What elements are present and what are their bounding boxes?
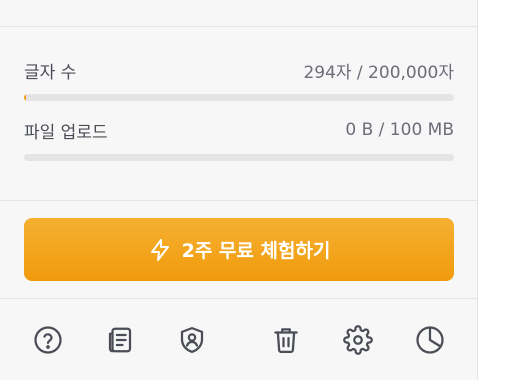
character-usage: 글자 수 294자 / 200,000자 [24,58,454,101]
character-usage-fill [24,94,27,101]
character-usage-bar [24,94,454,101]
document-button[interactable] [102,322,138,358]
character-usage-value: 294자 / 200,000자 [303,62,454,83]
help-button[interactable] [30,322,66,358]
shield-icon [180,327,204,353]
help-icon [34,326,62,354]
statistics-button[interactable] [412,322,448,358]
lightning-icon [150,238,169,261]
upload-usage: 파일 업로드 0 B / 100 MB [24,118,454,161]
upload-usage-label: 파일 업로드 [24,122,108,143]
sidebar-panel: 글자 수 294자 / 200,000자 파일 업로드 0 B / 100 MB… [0,0,478,380]
character-usage-label: 글자 수 [24,62,77,83]
document-icon [108,327,132,353]
pie-chart-icon [416,326,444,354]
bottom-toolbar [0,300,478,380]
privacy-button[interactable] [174,322,210,358]
bottom-divider [0,298,478,299]
delete-button[interactable] [268,322,304,358]
middle-divider [0,200,478,201]
trash-icon [274,328,298,353]
upload-usage-bar [24,154,454,161]
free-trial-button[interactable]: 2주 무료 체험하기 [24,218,454,281]
gear-icon [343,325,373,355]
free-trial-label: 2주 무료 체험하기 [181,240,331,262]
settings-button[interactable] [340,322,376,358]
upload-usage-value: 0 B / 100 MB [345,120,454,140]
top-divider [0,26,478,27]
